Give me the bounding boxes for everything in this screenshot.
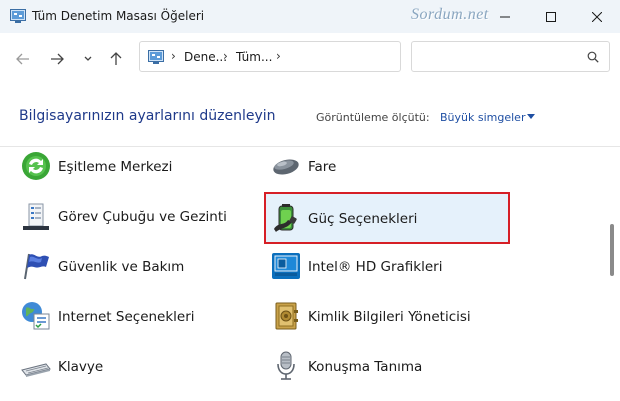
title-bar[interactable]: Tüm Denetim Masası Öğeleri Sordum.net <box>0 0 620 33</box>
microphone-icon <box>277 351 295 380</box>
maximize-icon <box>546 11 556 22</box>
minimize-button[interactable] <box>482 0 528 33</box>
item-sync-center[interactable]: Eşitleme Merkezi <box>14 147 254 192</box>
item-label: Görev Çubuğu ve Gezinti <box>58 209 227 225</box>
item-label: Güç Seçenekleri <box>308 211 418 227</box>
item-label: Intel® HD Grafikleri <box>308 259 443 275</box>
item-label: Konuşma Tanıma <box>308 359 423 375</box>
security-flag-icon <box>24 253 49 280</box>
breadcrumb-item[interactable]: Tüm... <box>236 50 272 64</box>
close-icon <box>592 11 602 22</box>
item-security-maintenance[interactable]: Güvenlik ve Bakım <box>14 244 254 292</box>
taskbar-icon <box>23 203 49 230</box>
caret-down-icon[interactable] <box>527 114 535 119</box>
item-label: Güvenlik ve Bakım <box>58 259 185 275</box>
control-panel-items: Eşitleme Merkezi Görev Çubuğu ve Gezinti <box>0 147 604 401</box>
intel-graphics-icon <box>272 253 300 279</box>
item-taskbar-navigation[interactable]: Görev Çubuğu ve Gezinti <box>14 194 254 242</box>
control-panel-icon <box>10 9 26 23</box>
item-label: Fare <box>308 159 337 175</box>
internet-options-icon <box>22 302 50 330</box>
watermark: Sordum.net <box>411 6 489 23</box>
sync-center-icon <box>22 152 50 180</box>
power-options-icon <box>274 204 297 232</box>
back-button[interactable] <box>11 47 35 71</box>
item-label: Klavye <box>58 359 104 375</box>
item-mouse[interactable]: Fare <box>264 147 510 192</box>
arrow-left-icon <box>16 53 29 65</box>
credential-manager-icon <box>275 302 298 330</box>
breadcrumb-separator-icon[interactable]: › <box>223 49 228 63</box>
search-icon <box>587 51 599 63</box>
view-by-label: Görüntüleme ölçütü: <box>316 111 430 124</box>
address-bar[interactable]: › Dene... › Tüm... › <box>139 41 401 72</box>
view-by-dropdown[interactable]: Büyük simgeler <box>440 111 525 124</box>
arrow-right-icon <box>51 53 64 65</box>
breadcrumb-item[interactable]: Dene... <box>184 50 227 64</box>
arrow-up-icon <box>110 52 122 65</box>
mouse-icon <box>273 159 299 175</box>
item-intel-hd-graphics[interactable]: Intel® HD Grafikleri <box>264 244 510 292</box>
address-row: › Dene... › Tüm... › <box>0 33 620 85</box>
window-title: Tüm Denetim Masası Öğeleri <box>32 9 205 23</box>
keyboard-icon <box>21 363 51 377</box>
control-panel-icon <box>148 50 164 64</box>
search-input[interactable] <box>411 41 610 72</box>
item-speech-recognition[interactable]: Konuşma Tanıma <box>264 344 510 392</box>
breadcrumb-separator-icon[interactable]: › <box>276 49 281 63</box>
page-title: Bilgisayarınızın ayarlarını düzenleyin <box>19 108 276 124</box>
close-button[interactable] <box>574 0 620 33</box>
control-panel-window: Tüm Denetim Masası Öğeleri Sordum.net › … <box>0 0 620 401</box>
item-keyboard[interactable]: Klavye <box>14 344 254 392</box>
forward-button[interactable] <box>45 47 69 71</box>
maximize-button[interactable] <box>528 0 574 33</box>
chevron-down-icon <box>84 56 92 61</box>
item-internet-options[interactable]: Internet Seçenekleri <box>14 294 254 342</box>
scrollbar-thumb[interactable] <box>610 224 614 276</box>
item-label: Eşitleme Merkezi <box>58 159 173 175</box>
item-label: Kimlik Bilgileri Yöneticisi <box>308 309 471 325</box>
item-label: Internet Seçenekleri <box>58 309 195 325</box>
recent-locations-button[interactable] <box>76 47 100 71</box>
item-credential-manager[interactable]: Kimlik Bilgileri Yöneticisi <box>264 294 510 342</box>
item-power-options[interactable]: Güç Seçenekleri <box>264 192 510 244</box>
up-button[interactable] <box>104 47 128 71</box>
minimize-icon <box>500 16 510 17</box>
vertical-scrollbar[interactable] <box>604 147 620 401</box>
breadcrumb-separator-icon[interactable]: › <box>171 49 176 63</box>
